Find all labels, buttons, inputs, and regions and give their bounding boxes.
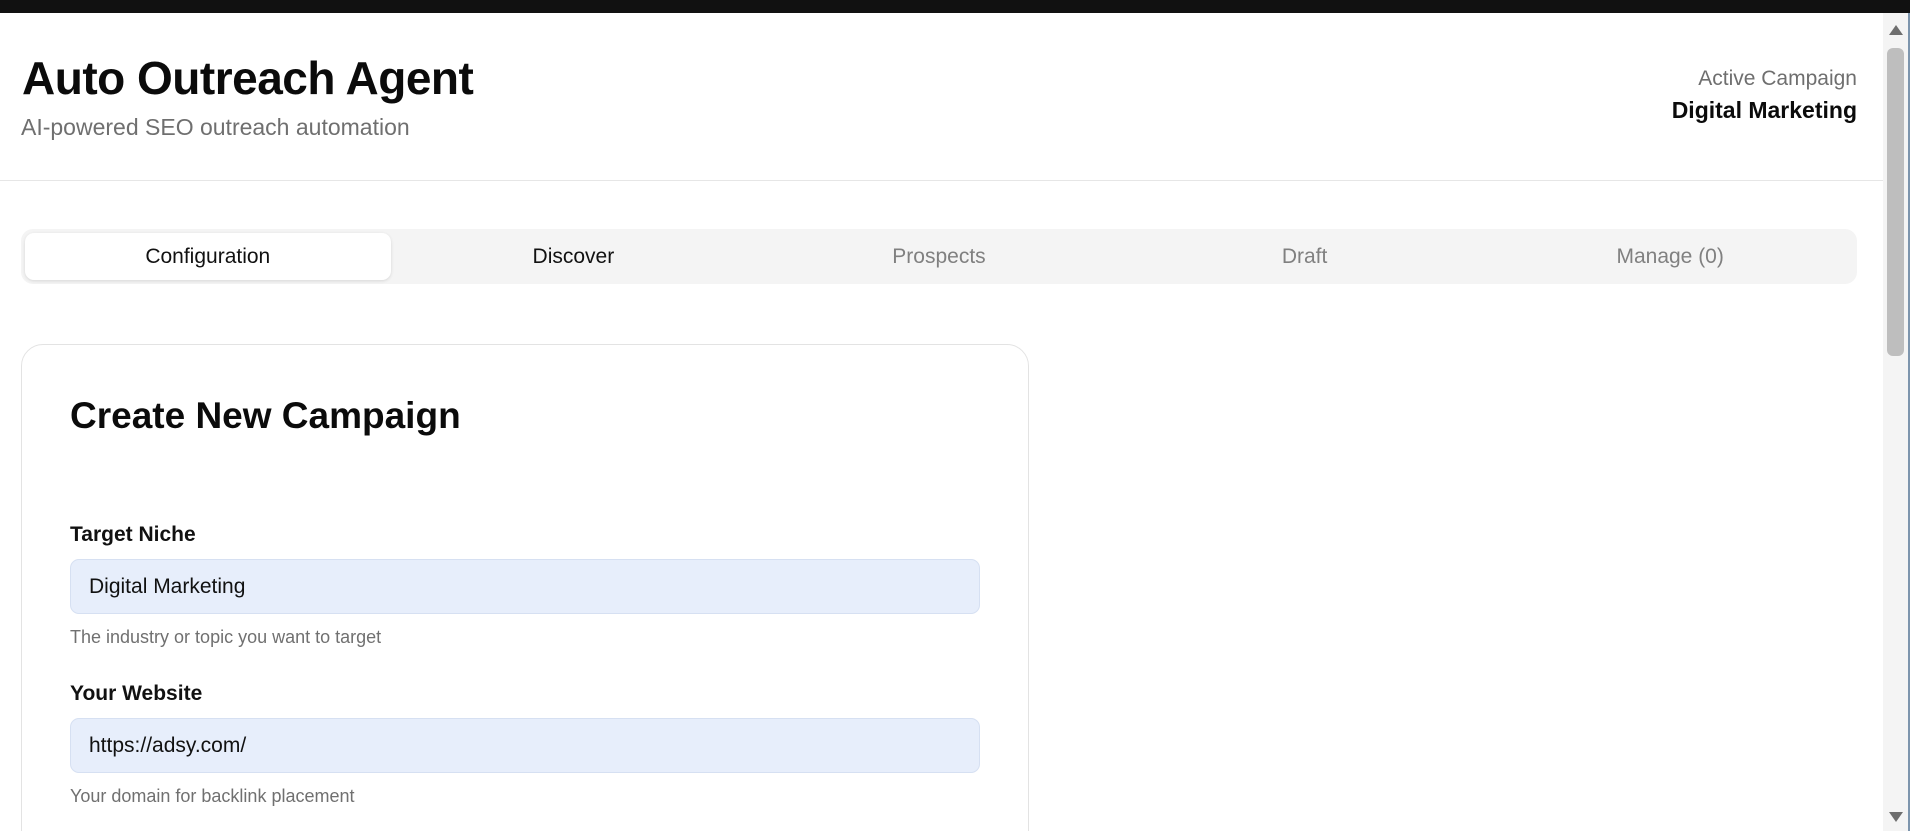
tab-bar: Configuration Discover Prospects Draft M… <box>21 229 1857 284</box>
scroll-down-arrow-icon[interactable] <box>1889 812 1903 822</box>
target-niche-input[interactable] <box>70 559 980 614</box>
your-website-label: Your Website <box>70 682 203 705</box>
tab-manage[interactable]: Manage (0) <box>1487 233 1853 280</box>
your-website-input[interactable] <box>70 718 980 773</box>
tab-prospects[interactable]: Prospects <box>756 233 1122 280</box>
active-campaign-label: Active Campaign <box>1698 67 1857 90</box>
page-header: Auto Outreach Agent AI-powered SEO outre… <box>0 13 1883 181</box>
tab-configuration[interactable]: Configuration <box>25 233 391 280</box>
tab-discover[interactable]: Discover <box>391 233 757 280</box>
scroll-up-arrow-icon[interactable] <box>1889 25 1903 35</box>
target-niche-help: The industry or topic you want to target <box>70 627 382 647</box>
app-container: Auto Outreach Agent AI-powered SEO outre… <box>0 13 1883 831</box>
app-subtitle: AI-powered SEO outreach automation <box>21 114 410 140</box>
card-title: Create New Campaign <box>70 395 461 436</box>
tab-draft[interactable]: Draft <box>1122 233 1488 280</box>
target-niche-label: Target Niche <box>70 523 196 546</box>
create-campaign-card: Create New Campaign Target Niche The ind… <box>21 344 1029 831</box>
your-website-help: Your domain for backlink placement <box>70 786 355 806</box>
scroll-thumb[interactable] <box>1887 48 1904 356</box>
app-title: Auto Outreach Agent <box>22 52 474 104</box>
window-top-bar <box>0 0 1910 13</box>
vertical-scrollbar[interactable] <box>1883 13 1908 831</box>
active-campaign-value: Digital Marketing <box>1671 97 1857 123</box>
